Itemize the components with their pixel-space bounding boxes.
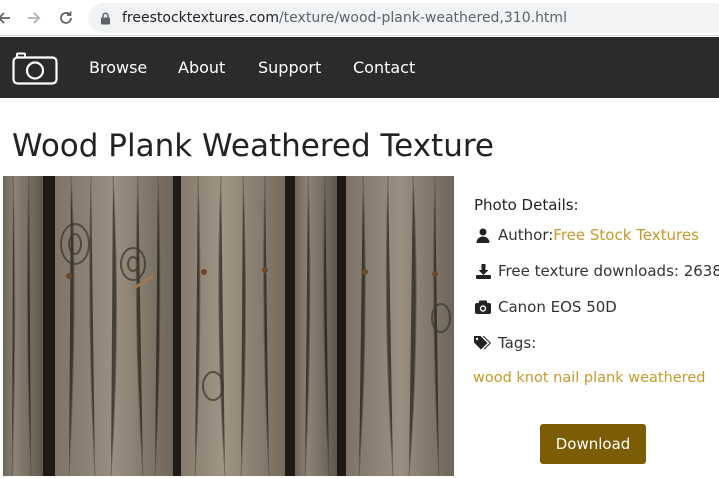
camera-model: Canon EOS 50D xyxy=(498,298,617,316)
author-row: Author: Free Stock Textures xyxy=(474,226,699,244)
photo-details-heading: Photo Details: xyxy=(474,196,579,214)
back-arrow-icon[interactable] xyxy=(0,8,14,28)
texture-preview-image[interactable] xyxy=(3,176,454,476)
tags-label: Tags: xyxy=(498,334,537,352)
nav-contact[interactable]: Contact xyxy=(353,58,415,77)
nav-browse[interactable]: Browse xyxy=(89,58,147,77)
download-button[interactable]: Download xyxy=(540,424,646,464)
browser-toolbar: freestocktextures.com/texture/wood-plank… xyxy=(0,0,719,36)
nav-about[interactable]: About xyxy=(178,58,225,77)
camera-icon xyxy=(474,299,492,315)
forward-arrow-icon[interactable] xyxy=(24,8,44,28)
nav-support[interactable]: Support xyxy=(258,58,321,77)
lock-icon xyxy=(100,11,114,25)
downloads-count: Free texture downloads: 2638 xyxy=(498,262,719,280)
author-label: Author: xyxy=(498,226,554,244)
address-bar[interactable]: freestocktextures.com/texture/wood-plank… xyxy=(88,3,719,33)
camera-logo-icon[interactable] xyxy=(12,52,58,85)
reload-icon[interactable] xyxy=(56,8,76,28)
user-icon xyxy=(474,227,492,243)
tags-links[interactable]: wood knot nail plank weathered xyxy=(473,370,705,386)
url-domain: freestocktextures.com xyxy=(122,10,279,26)
site-navbar: Browse About Support Contact xyxy=(0,37,719,98)
tags-row: Tags: xyxy=(474,334,536,352)
download-icon xyxy=(474,263,492,279)
url-text: freestocktextures.com/texture/wood-plank… xyxy=(122,10,567,26)
url-path: /texture/wood-plank-weathered,310.html xyxy=(278,10,567,26)
tags-icon xyxy=(474,335,492,351)
author-link[interactable]: Free Stock Textures xyxy=(553,226,699,244)
page-title: Wood Plank Weathered Texture xyxy=(12,128,494,164)
downloads-row: Free texture downloads: 2638 xyxy=(474,262,719,280)
camera-row: Canon EOS 50D xyxy=(474,298,617,316)
